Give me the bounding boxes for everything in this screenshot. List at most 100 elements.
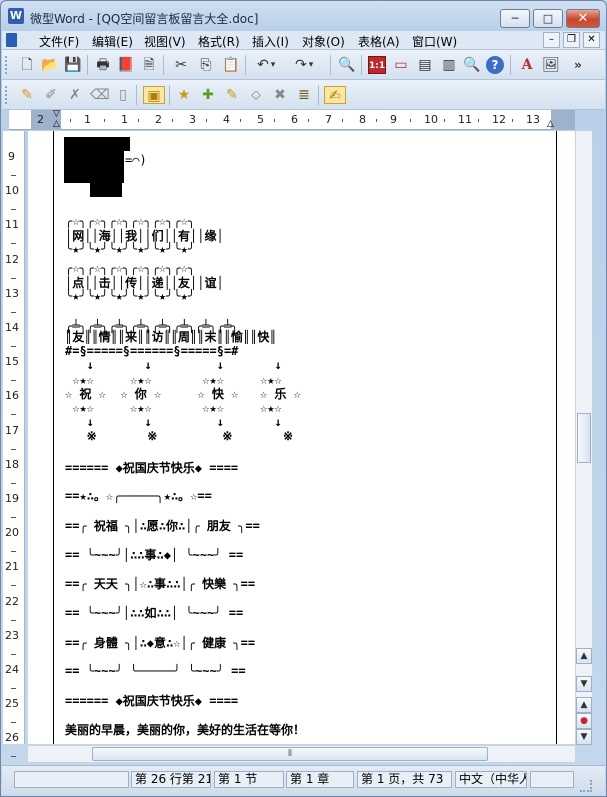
- tag-icon[interactable]: ⬦: [247, 86, 265, 104]
- menu-file[interactable]: 文件(F): [39, 33, 79, 50]
- ruler-tick: [512, 119, 513, 122]
- note-icon[interactable]: ✎: [18, 86, 36, 104]
- ruler-tick: [478, 119, 479, 122]
- edit-icon[interactable]: ✐: [42, 86, 60, 104]
- document-line: ==★∴。☆╭─────╮★∴。☆==: [65, 489, 212, 503]
- first-line-indent-marker[interactable]: ▽: [53, 110, 60, 119]
- doc-icon[interactable]: [6, 33, 17, 47]
- word-app-icon[interactable]: W: [8, 8, 24, 24]
- open-icon[interactable]: 📂: [41, 56, 59, 74]
- horizontal-scroll-thumb[interactable]: ⦀: [92, 747, 488, 761]
- tag-plus-icon[interactable]: ✚: [199, 86, 217, 104]
- tag-star-icon[interactable]: ★: [175, 86, 193, 104]
- preview-icon[interactable]: 🗎: [140, 56, 158, 74]
- browse-object-button[interactable]: ●: [576, 713, 592, 729]
- vruler-tick: [11, 722, 16, 724]
- menu-format[interactable]: 格式(R): [198, 33, 240, 50]
- right-indent-marker[interactable]: △: [547, 120, 554, 129]
- scroll-up-button[interactable]: ▲: [576, 648, 592, 664]
- redo-dropdown-icon[interactable]: ▾: [306, 56, 316, 74]
- status-chapter: 第 1 章: [286, 771, 354, 788]
- find-icon[interactable]: 🔍: [338, 56, 356, 74]
- vruler-tick: [11, 448, 16, 450]
- toolbar-grip[interactable]: [5, 86, 8, 104]
- status-position: 第 26 行第 21: [131, 771, 211, 788]
- previous-page-button[interactable]: ▲: [576, 697, 592, 713]
- list-icon[interactable]: ≣: [295, 86, 313, 104]
- tag-edit-icon[interactable]: ✎: [223, 86, 241, 104]
- undo-dropdown-icon[interactable]: ▾: [268, 56, 278, 74]
- vertical-ruler[interactable]: 9 10 11 12 13 14 15 16 17 18 19 20 21 22 23 24 25 26: [3, 131, 25, 758]
- new-icon[interactable]: 🗋: [18, 56, 36, 74]
- mdi-close-button[interactable]: ✕: [583, 32, 600, 48]
- insert-frame-icon[interactable]: ▭: [392, 56, 410, 74]
- mdi-restore-button[interactable]: ❐: [563, 32, 580, 48]
- menu-insert[interactable]: 插入(I): [252, 33, 289, 50]
- pdf-icon[interactable]: 📕: [117, 56, 135, 74]
- active-tool-icon[interactable]: ▣: [143, 86, 165, 104]
- resize-grip[interactable]: [580, 780, 592, 792]
- ruler-tick: [104, 119, 105, 122]
- status-bar: 第 26 行第 21 第 1 节 第 1 章 第 1 页，共 73 中文（中华人: [2, 765, 605, 795]
- vruler-number: 21: [5, 560, 19, 574]
- vertical-scrollbar[interactable]: ▲ ▼ ▲ ● ▼: [575, 131, 592, 745]
- copy-icon[interactable]: ⎘: [197, 56, 215, 74]
- marker-icon[interactable]: ✍: [324, 86, 346, 104]
- vruler-tick: [11, 175, 16, 176]
- picture-icon[interactable]: 🖼: [542, 56, 560, 74]
- document-line: == ╰~~~╯│∴∴事∴◆│ ╰~~~╯ ==: [65, 548, 244, 562]
- menu-window[interactable]: 窗口(W): [412, 33, 457, 50]
- help-icon[interactable]: ?: [486, 56, 504, 74]
- print-icon[interactable]: 🖶: [94, 56, 112, 74]
- minimize-button[interactable]: ─: [500, 9, 530, 28]
- ruler-number: 12: [492, 113, 506, 126]
- page-icon[interactable]: ▯: [114, 86, 132, 104]
- toolbar-overflow-icon[interactable]: »: [569, 56, 587, 74]
- document-line: ╰★╯╰★╯╰★╯╰★╯╰★╯╰★╯: [65, 289, 196, 303]
- toolbar-grip[interactable]: [5, 56, 8, 74]
- delete-icon[interactable]: ✗: [66, 86, 84, 104]
- status-message: [14, 771, 129, 788]
- tag-del-icon[interactable]: ✖: [271, 86, 289, 104]
- ruler-tick: [172, 119, 173, 122]
- document-line: ==╭ 天天 ╮│☆∴事∴∴│╭ 快樂 ╮==: [65, 577, 256, 591]
- black-block-image: [90, 183, 122, 197]
- ruler-tick: [274, 119, 275, 122]
- maximize-button[interactable]: □: [533, 9, 563, 28]
- vruler-tick: [11, 346, 16, 347]
- ruler-tick: [376, 119, 377, 122]
- paste-icon[interactable]: 📋: [222, 56, 240, 74]
- page-view-icon[interactable]: ▤: [416, 56, 434, 74]
- next-page-button[interactable]: ▼: [576, 729, 592, 745]
- horizontal-scrollbar[interactable]: ⦀: [28, 745, 575, 762]
- vruler-number: 19: [5, 492, 19, 505]
- menu-object[interactable]: 对象(O): [302, 33, 345, 50]
- ruler-number: 10: [424, 113, 438, 126]
- ruler-number: 8: [359, 113, 366, 126]
- menu-edit[interactable]: 编辑(E): [92, 33, 133, 50]
- text-color-icon[interactable]: A: [518, 56, 536, 74]
- save-icon[interactable]: 💾: [64, 56, 82, 74]
- ruler-number: 4: [223, 113, 230, 126]
- menu-table[interactable]: 表格(A): [358, 33, 400, 50]
- menu-view[interactable]: 视图(V): [144, 33, 186, 50]
- status-section: 第 1 节: [214, 771, 284, 788]
- eraser-icon[interactable]: ⌫: [90, 86, 110, 104]
- cut-icon[interactable]: ✂: [172, 56, 190, 74]
- vruler-number: 25: [5, 697, 19, 711]
- vertical-scroll-thumb[interactable]: [577, 413, 591, 463]
- zoom-icon[interactable]: 🔍: [463, 56, 481, 74]
- columns-icon[interactable]: ▥: [440, 56, 458, 74]
- ruler-number: 2: [155, 113, 162, 126]
- document-content[interactable]: =⌒) ╭☆╮╭☆╮╭☆╮╭☆╮╭☆╮╭☆╮ │网││海││我││们││有││缘│…: [62, 131, 542, 744]
- horizontal-ruler[interactable]: 2 1 1 2 3 4 5 6 7 8 9 10 11 12 13 ▽ △ △: [9, 110, 575, 130]
- document-line: ☆ 祝 ☆ ☆ 你 ☆ ☆ 快 ☆ ☆ 乐 ☆: [65, 387, 301, 401]
- left-indent-marker[interactable]: △: [53, 120, 60, 129]
- document-line: #=§=====§======§=====§=#: [65, 344, 239, 358]
- title-bar[interactable]: W 微型Word - [QQ空间留言板留言大全.doc] ─ □ ✕: [1, 1, 606, 31]
- scroll-down-button[interactable]: ▼: [576, 676, 592, 692]
- table-11-icon[interactable]: 1:1: [368, 56, 386, 74]
- close-button[interactable]: ✕: [566, 9, 600, 28]
- mdi-minimize-button[interactable]: –: [543, 32, 560, 48]
- ruler-tick: [444, 119, 445, 122]
